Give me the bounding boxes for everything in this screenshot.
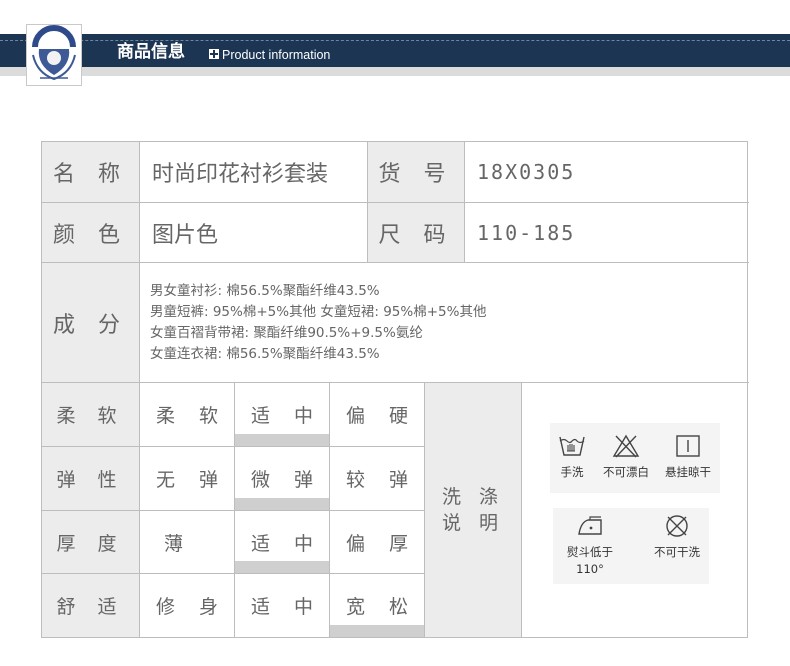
material-line: 女童百褶背带裙: 聚酯纤维90.5%+9.5%氨纶 xyxy=(150,324,423,341)
product-info-table: 名 称 时尚印花衬衫套装 货 号 18X0305 颜 色 图片色 尺 码 110… xyxy=(41,141,749,638)
care-no-dry-clean: 不可干洗 xyxy=(647,514,707,560)
size-label: 尺 码 xyxy=(368,203,465,263)
comfort-option-selected: 宽 松 xyxy=(330,574,425,637)
brand-logo xyxy=(26,24,82,86)
size-value: 110-185 xyxy=(465,203,749,263)
plus-icon xyxy=(209,49,219,59)
banner-shadow xyxy=(0,67,790,76)
material-list: 男女童衬衫: 棉56.5%聚酯纤维43.5% 男童短裤: 95%棉+5%其他 女… xyxy=(140,263,749,383)
material-label: 成 分 xyxy=(42,263,140,383)
code-label: 货 号 xyxy=(368,142,465,203)
wash-instructions-label: 洗 涤 说 明 xyxy=(425,383,522,637)
iron-low-icon xyxy=(578,516,602,535)
elasticity-option-selected: 微 弹 xyxy=(235,447,330,511)
code-value: 18X0305 xyxy=(465,142,749,203)
softness-label: 柔 软 xyxy=(42,383,140,447)
care-label: 不可漂白 xyxy=(603,465,649,479)
section-title: 商品信息 xyxy=(117,42,185,62)
thickness-label: 厚 度 xyxy=(42,511,140,574)
selected-indicator xyxy=(235,498,329,510)
no-bleach-icon xyxy=(612,434,640,458)
section-title-english: Product information xyxy=(222,48,331,62)
banner-divider xyxy=(0,40,790,41)
comfort-option: 修 身 xyxy=(140,574,235,637)
name-value: 时尚印花衬衫套装 xyxy=(140,142,368,203)
thickness-option-selected: 适 中 xyxy=(235,511,330,574)
care-iron-low: 熨斗低于 110° xyxy=(560,514,620,576)
comfort-label: 舒 适 xyxy=(42,574,140,637)
material-line: 男女童衬衫: 棉56.5%聚酯纤维43.5% xyxy=(150,282,380,299)
thickness-option: 偏 厚 xyxy=(330,511,425,574)
wash-label-line: 洗 涤 xyxy=(441,486,505,508)
elasticity-label: 弹 性 xyxy=(42,447,140,511)
elasticity-option: 无 弹 xyxy=(140,447,235,511)
wash-label-line: 说 明 xyxy=(441,512,505,534)
name-label: 名 称 xyxy=(42,142,140,203)
selected-indicator xyxy=(235,561,329,573)
comfort-option: 适 中 xyxy=(235,574,330,637)
softness-option-selected: 适 中 xyxy=(235,383,330,447)
thickness-option: 薄 xyxy=(140,511,235,574)
care-label: 不可干洗 xyxy=(654,545,700,559)
selected-indicator xyxy=(330,625,424,637)
hang-dry-icon xyxy=(676,435,700,457)
color-label: 颜 色 xyxy=(42,203,140,263)
care-label: 手洗 xyxy=(560,465,584,479)
no-dry-clean-icon xyxy=(666,515,688,537)
color-value: 图片色 xyxy=(140,203,368,263)
selected-indicator xyxy=(235,434,329,446)
elasticity-option: 较 弹 xyxy=(330,447,425,511)
hand-wash-icon xyxy=(559,436,585,456)
care-label: 悬挂晾干 xyxy=(665,465,711,479)
softness-option: 柔 软 xyxy=(140,383,235,447)
care-temperature: 110° xyxy=(576,562,604,576)
care-label: 熨斗低于 xyxy=(567,545,613,559)
care-no-bleach: 不可漂白 xyxy=(596,434,656,480)
care-symbols-panel: 手洗 不可漂白 悬挂晾干 熨斗低于 110° 不可干洗 xyxy=(522,383,747,637)
softness-option: 偏 硬 xyxy=(330,383,425,447)
care-hang-dry: 悬挂晾干 xyxy=(658,434,718,480)
care-hand-wash: 手洗 xyxy=(552,434,592,480)
material-line: 男童短裤: 95%棉+5%其他 女童短裙: 95%棉+5%其他 xyxy=(150,303,487,320)
material-line: 女童连衣裙: 棉56.5%聚酯纤维43.5% xyxy=(150,345,380,362)
